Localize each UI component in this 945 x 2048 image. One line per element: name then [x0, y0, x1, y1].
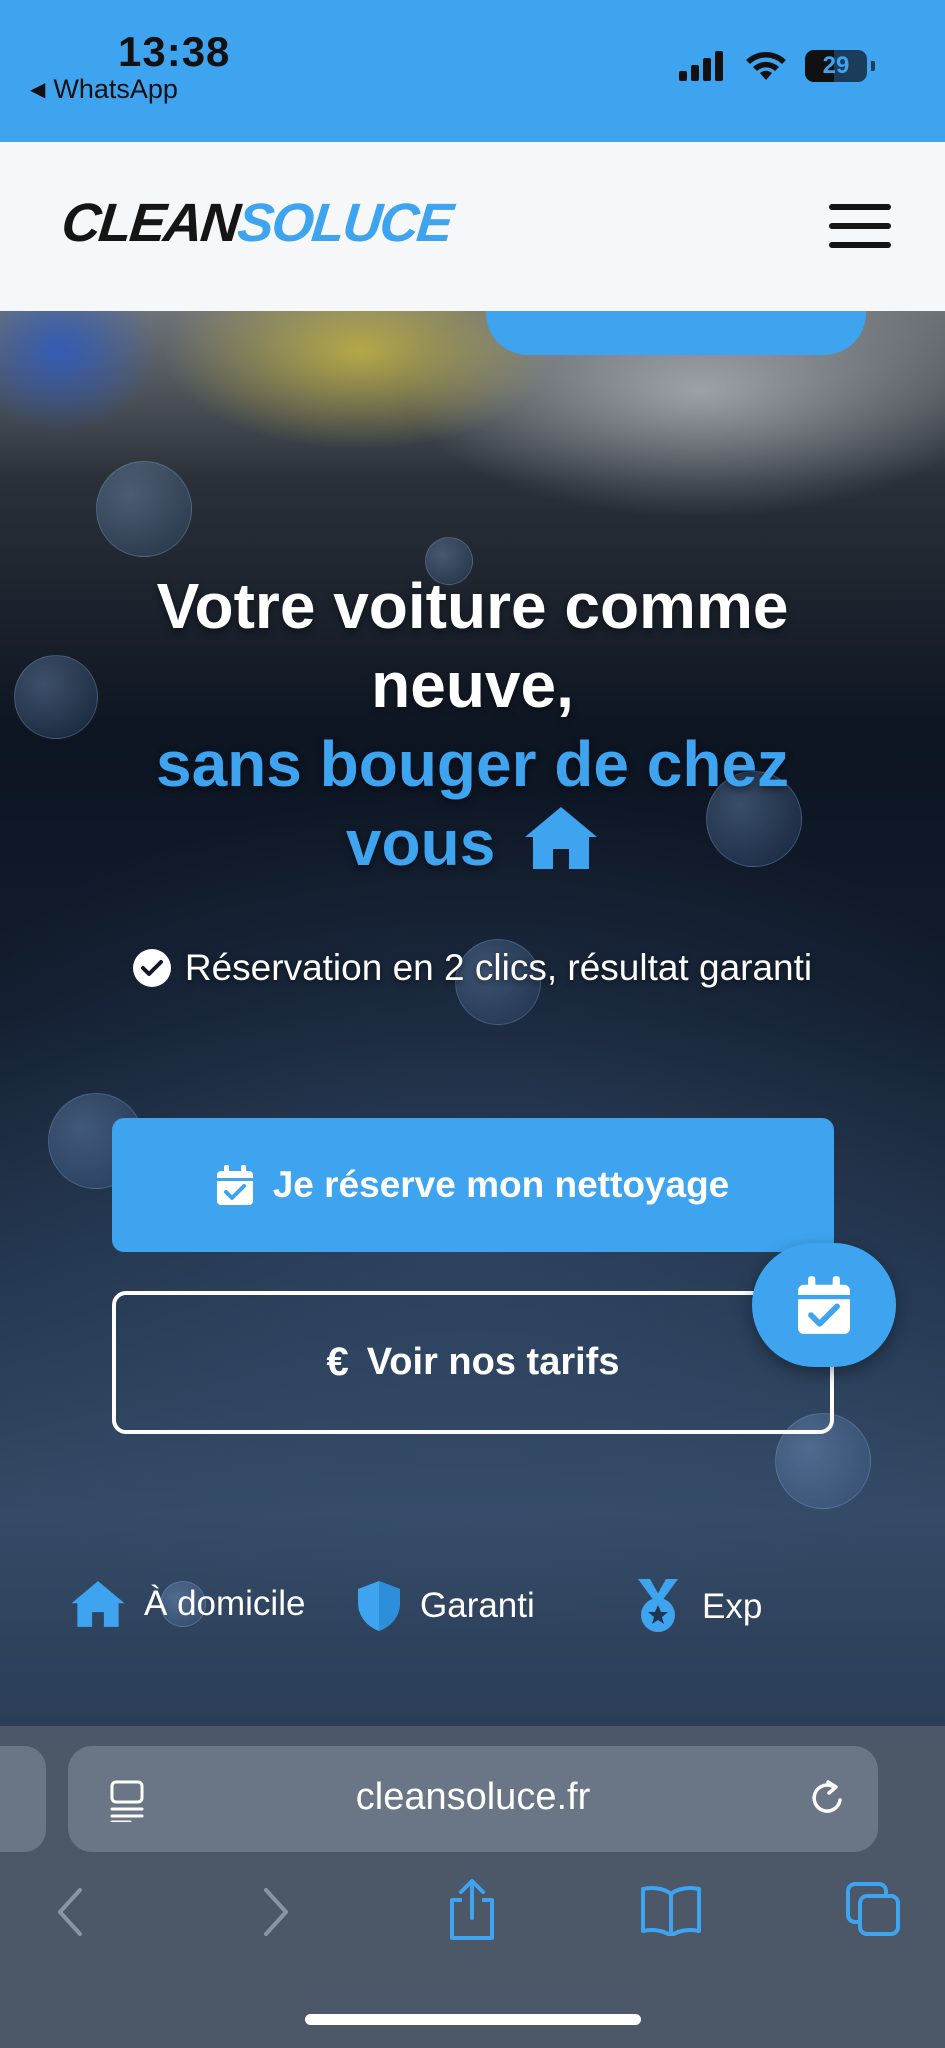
- hero-headline: Votre voiture comme neuve, sans bouger d…: [0, 567, 945, 883]
- back-icon[interactable]: [52, 1884, 92, 1940]
- calendar-check-icon: [798, 1276, 850, 1334]
- share-icon[interactable]: [446, 1878, 498, 1942]
- battery-icon: 29: [805, 50, 875, 82]
- headline-blue: sans bouger de chez vous: [155, 728, 790, 879]
- reload-icon[interactable]: [808, 1778, 848, 1820]
- signal-icon: [679, 51, 723, 81]
- home-icon: [71, 1581, 125, 1627]
- back-triangle-icon: ◀: [30, 79, 46, 101]
- trust-badges: À domicile Garanti Exp: [0, 1579, 945, 1649]
- logo-part-soluce: SOLUCE: [234, 193, 455, 253]
- headline-white: Votre voiture comme neuve,: [156, 570, 789, 721]
- site-header: CLEANSOLUCE: [0, 142, 945, 311]
- logo-part-clean: CLEAN: [58, 193, 242, 253]
- url-text: cleansoluce.fr: [355, 1776, 591, 1818]
- forward-icon[interactable]: [254, 1884, 294, 1940]
- see-prices-label: Voir nos tarifs: [366, 1341, 620, 1383]
- status-icons: 29: [679, 50, 875, 82]
- hamburger-icon[interactable]: [829, 204, 891, 248]
- back-app-label: WhatsApp: [53, 74, 178, 104]
- floating-booking-button[interactable]: [752, 1243, 896, 1367]
- home-icon: [525, 807, 598, 869]
- bookmarks-icon[interactable]: [640, 1884, 702, 1936]
- trust-item-home: À domicile: [70, 1579, 305, 1629]
- book-cleaning-button[interactable]: Je réserve mon nettoyage: [112, 1118, 834, 1252]
- top-pill-button[interactable]: [486, 311, 866, 355]
- tabs-icon[interactable]: [844, 1880, 902, 1938]
- home-indicator[interactable]: [305, 2014, 641, 2025]
- trust-item-guarantee: Garanti: [356, 1579, 535, 1633]
- feature-text: Réservation en 2 clics, résultat garanti: [184, 947, 813, 988]
- medal-icon: [638, 1579, 678, 1632]
- headline-blue-wrap: sans bouger de chez vous: [0, 725, 945, 883]
- trust-label-home: À domicile: [144, 1584, 306, 1623]
- battery-level: 29: [822, 52, 850, 79]
- calendar-check-icon: [216, 1165, 253, 1205]
- trust-item-expertise: Exp: [632, 1579, 762, 1635]
- browser-toolbar: cleansoluce.fr: [0, 1726, 945, 2048]
- bubble-decoration: [96, 461, 192, 557]
- see-prices-button[interactable]: € Voir nos tarifs: [112, 1291, 834, 1434]
- back-to-app-link[interactable]: ◀ WhatsApp: [30, 74, 178, 105]
- check-circle-icon: [132, 949, 171, 987]
- shield-icon: [358, 1581, 400, 1631]
- feature-line: Réservation en 2 clics, résultat garanti: [0, 947, 945, 989]
- book-cleaning-label: Je réserve mon nettoyage: [272, 1164, 730, 1205]
- status-time: 13:38: [118, 28, 231, 75]
- logo[interactable]: CLEANSOLUCE: [59, 192, 455, 254]
- wifi-icon: [746, 52, 786, 80]
- euro-icon: €: [326, 1340, 349, 1384]
- status-bar: 13:38 ◀ WhatsApp 29: [0, 0, 945, 142]
- previous-tab-peek[interactable]: [0, 1746, 46, 1852]
- address-bar[interactable]: cleansoluce.fr: [68, 1746, 878, 1852]
- trust-label-expertise: Exp: [702, 1587, 763, 1626]
- trust-label-guarantee: Garanti: [420, 1586, 535, 1625]
- hero-section: Votre voiture comme neuve, sans bouger d…: [0, 311, 945, 1726]
